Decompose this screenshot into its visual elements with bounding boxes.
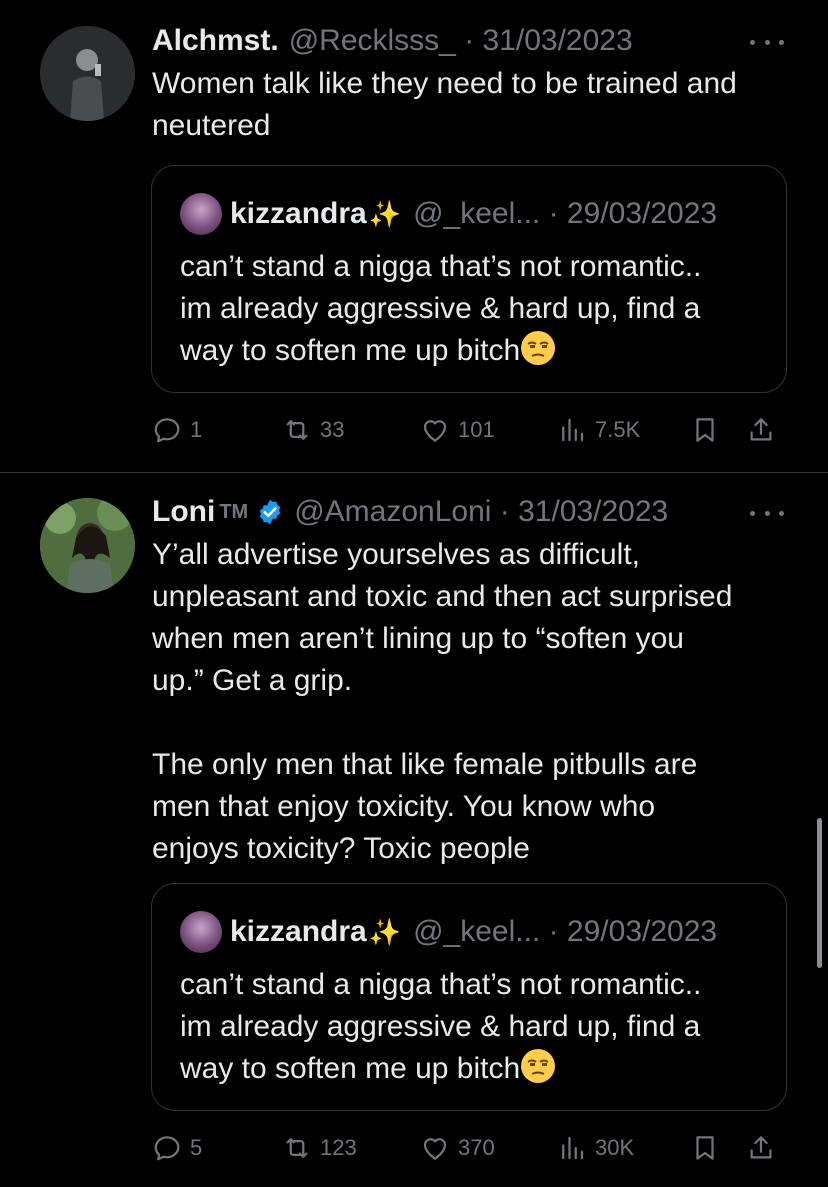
- quote-handle-date: @_keel... · 29/03/2023: [413, 197, 718, 230]
- author-handle-date[interactable]: @Recklsss_ · 31/03/2023: [289, 21, 633, 61]
- avatar[interactable]: [40, 498, 135, 593]
- views-chart-icon: [562, 418, 584, 442]
- view-count: 7.5K: [595, 417, 641, 442]
- tweet[interactable]: Loni TM @AmazonLoni · 31/03/2023 Y’all a…: [0, 475, 828, 1187]
- share-button[interactable]: [746, 410, 776, 450]
- scrollbar[interactable]: [817, 818, 822, 968]
- quote-avatar: [180, 911, 222, 953]
- tweet-divider: [0, 472, 828, 473]
- views-button[interactable]: 7.5K: [557, 410, 640, 450]
- timeline-feed: Alchmst. @Recklsss_ · 31/03/2023 Women t…: [0, 0, 828, 1187]
- author-badge-text: TM: [219, 501, 249, 523]
- retweet-count: 123: [320, 1135, 357, 1160]
- avatar-image: [40, 498, 135, 593]
- tweet[interactable]: Alchmst. @Recklsss_ · 31/03/2023 Women t…: [0, 0, 828, 473]
- tweet-text: Women talk like they need to be trained …: [152, 63, 792, 147]
- heart-icon: [423, 420, 447, 442]
- views-chart-icon: [562, 1136, 584, 1160]
- tweet-header: Loni TM @AmazonLoni · 31/03/2023: [152, 492, 668, 532]
- avatar-image: [40, 26, 135, 121]
- quote-text: can’t stand a nigga that’s not romantic.…: [180, 964, 770, 1090]
- unamused-face-icon: [521, 331, 556, 365]
- verified-badge-icon[interactable]: [256, 498, 284, 526]
- quote-avatar: [180, 193, 222, 235]
- bookmark-icon: [696, 418, 714, 442]
- quote-text: can’t stand a nigga that’s not romantic.…: [180, 246, 770, 372]
- retweet-icon: [286, 1138, 308, 1158]
- tweet-actions: 1 33 101 7.5K: [152, 410, 792, 450]
- like-button[interactable]: 370: [420, 1128, 495, 1168]
- retweet-icon: [286, 420, 308, 440]
- retweet-button[interactable]: 123: [282, 1128, 357, 1168]
- tweet-header: Alchmst. @Recklsss_ · 31/03/2023: [152, 21, 633, 61]
- share-icon: [750, 1136, 772, 1159]
- view-count: 30K: [595, 1135, 635, 1160]
- quoted-tweet[interactable]: kizzandra ✨ @_keel... · 29/03/2023 can’t…: [151, 165, 787, 393]
- share-icon: [750, 418, 772, 441]
- reply-icon: [154, 1136, 180, 1161]
- author-handle-date[interactable]: @AmazonLoni · 31/03/2023: [294, 492, 668, 532]
- more-options-icon[interactable]: [750, 509, 784, 517]
- share-button[interactable]: [746, 1128, 776, 1168]
- retweet-button[interactable]: 33: [282, 410, 344, 450]
- reply-icon: [154, 418, 180, 443]
- quote-author-name: kizzandra: [230, 197, 367, 230]
- bookmark-button[interactable]: [690, 410, 720, 450]
- bookmark-icon: [696, 1136, 714, 1160]
- retweet-count: 33: [320, 417, 345, 442]
- quoted-tweet[interactable]: kizzandra ✨ @_keel... · 29/03/2023 can’t…: [151, 883, 787, 1111]
- unamused-face-icon: [521, 1049, 556, 1083]
- like-count: 101: [458, 417, 495, 442]
- sparkles-icon: ✨: [368, 917, 402, 947]
- avatar[interactable]: [40, 26, 135, 121]
- views-button[interactable]: 30K: [557, 1128, 634, 1168]
- quote-handle-date: @_keel... · 29/03/2023: [413, 915, 718, 948]
- tweet-paragraph: Women talk like they need to be trained …: [152, 67, 737, 142]
- quote-text-content: can’t stand a nigga that’s not romantic.…: [180, 250, 702, 367]
- heart-icon: [423, 1138, 447, 1160]
- reply-button[interactable]: 1: [152, 410, 202, 450]
- more-options-icon[interactable]: [750, 38, 784, 46]
- reply-count: 1: [190, 417, 203, 442]
- quote-text-content: can’t stand a nigga that’s not romantic.…: [180, 968, 702, 1085]
- tweet-paragraph: The only men that like female pitbulls a…: [152, 748, 698, 865]
- reply-count: 5: [190, 1135, 203, 1160]
- tweet-actions: 5 123 370 30K: [152, 1128, 792, 1168]
- like-count: 370: [458, 1135, 495, 1160]
- quote-author-name: kizzandra: [230, 915, 367, 948]
- quote-header: kizzandra ✨ @_keel... · 29/03/2023: [180, 911, 718, 953]
- bookmark-button[interactable]: [690, 1128, 720, 1168]
- tweet-text: Y’all advertise yourselves as difficult,…: [152, 534, 792, 870]
- tweet-paragraph: Y’all advertise yourselves as difficult,…: [152, 538, 733, 697]
- quote-header: kizzandra ✨ @_keel... · 29/03/2023: [180, 193, 718, 235]
- author-name[interactable]: Loni: [152, 492, 215, 532]
- reply-button[interactable]: 5: [152, 1128, 202, 1168]
- author-name[interactable]: Alchmst.: [152, 21, 279, 61]
- sparkles-icon: ✨: [368, 199, 402, 229]
- like-button[interactable]: 101: [420, 410, 495, 450]
